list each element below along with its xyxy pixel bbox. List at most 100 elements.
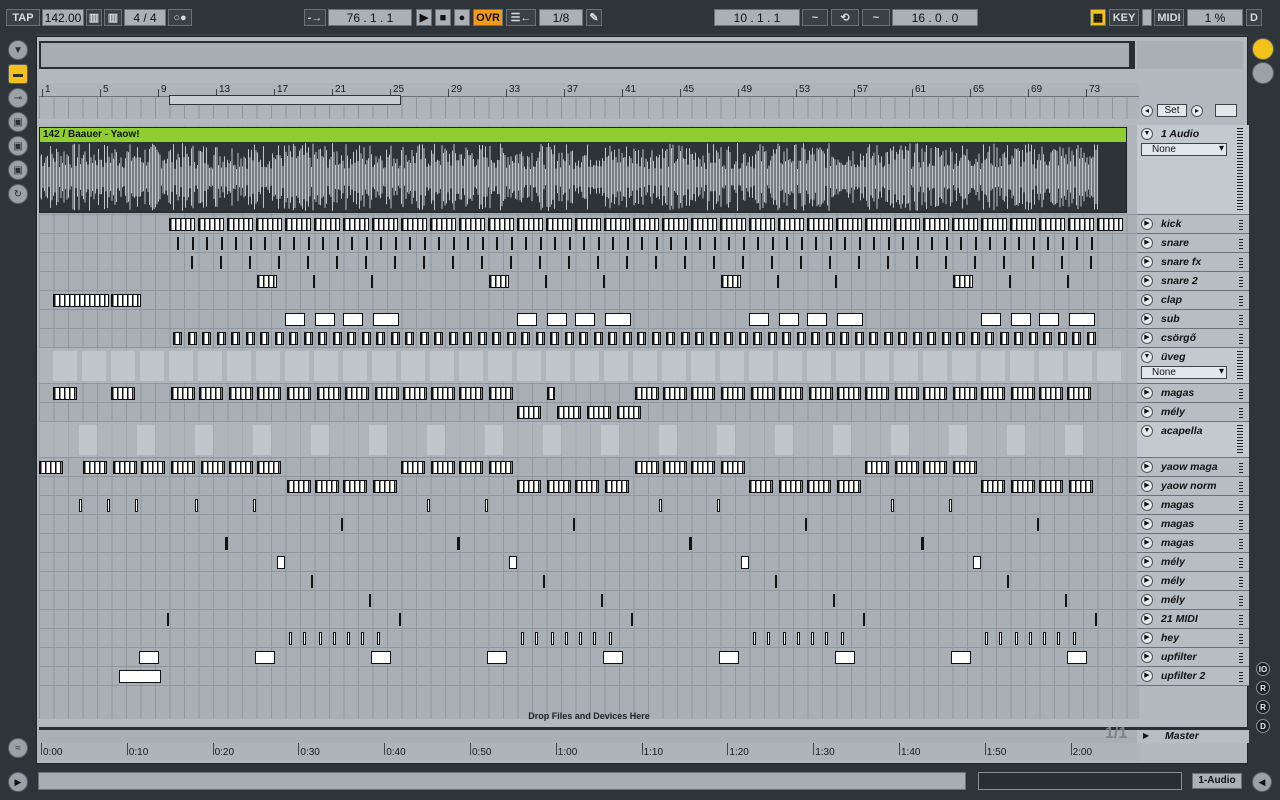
midi-clip[interactable] xyxy=(332,332,342,345)
expand-icon[interactable]: ▶ xyxy=(1141,613,1153,625)
midi-clip[interactable] xyxy=(510,237,513,250)
midi-clip[interactable] xyxy=(394,256,396,269)
midi-clip[interactable] xyxy=(314,351,338,381)
midi-clip[interactable] xyxy=(430,218,456,231)
midi-clip[interactable] xyxy=(82,351,106,381)
midi-clip[interactable] xyxy=(235,237,237,250)
midi-clip[interactable] xyxy=(721,275,741,288)
midi-clip[interactable] xyxy=(837,480,861,493)
midi-clip[interactable] xyxy=(927,332,936,345)
midi-clip[interactable] xyxy=(547,313,567,326)
midi-clip[interactable] xyxy=(434,332,443,345)
midi-clip[interactable] xyxy=(452,237,455,250)
midi-clip[interactable] xyxy=(777,275,779,288)
midi-clip[interactable] xyxy=(1090,256,1092,269)
midi-clip[interactable] xyxy=(543,575,545,588)
track-lane[interactable] xyxy=(39,591,1139,610)
midi-clip[interactable] xyxy=(315,480,339,493)
midi-clip[interactable] xyxy=(1028,332,1038,345)
midi-clip[interactable] xyxy=(380,237,382,250)
midi-clip[interactable] xyxy=(496,237,498,250)
mixer-view-icon[interactable] xyxy=(1252,62,1274,84)
midi-clip[interactable] xyxy=(815,237,817,250)
midi-clip[interactable] xyxy=(517,480,541,493)
expand-icon[interactable]: ▶ xyxy=(1141,480,1153,492)
midi-clip[interactable] xyxy=(365,237,368,250)
arrangement-view-icon[interactable] xyxy=(1252,38,1274,60)
expand-icon[interactable]: ▶ xyxy=(1141,406,1153,418)
midi-clip[interactable] xyxy=(1003,237,1006,250)
midi-clip[interactable] xyxy=(1039,387,1063,400)
midi-clip[interactable] xyxy=(960,237,962,250)
midi-clip[interactable] xyxy=(285,351,309,381)
midi-clip[interactable] xyxy=(289,332,298,345)
midi-clip[interactable] xyxy=(341,518,343,531)
midi-clip[interactable] xyxy=(635,461,659,474)
midi-clip[interactable] xyxy=(177,237,179,250)
tempo-field[interactable]: 142.00 xyxy=(42,9,84,26)
midi-clip[interactable] xyxy=(568,237,571,250)
midi-clip[interactable] xyxy=(53,351,77,381)
record-icon[interactable]: ● xyxy=(454,9,470,26)
midi-clip[interactable] xyxy=(419,332,429,345)
io-toggle-icon[interactable]: IO xyxy=(1256,662,1270,676)
midi-clip[interactable] xyxy=(336,237,339,250)
midi-clip[interactable] xyxy=(317,387,341,400)
midi-clip[interactable] xyxy=(135,499,138,512)
expand-icon[interactable]: ▶ xyxy=(1141,256,1153,268)
midi-clip[interactable] xyxy=(603,275,605,288)
midi-clip[interactable] xyxy=(489,387,513,400)
midi-clip[interactable] xyxy=(557,406,581,419)
midi-clip[interactable] xyxy=(854,332,864,345)
midi-clip[interactable] xyxy=(264,237,266,250)
midi-clip[interactable] xyxy=(1067,651,1087,664)
input-select[interactable]: None xyxy=(1141,366,1227,379)
punch-in-icon[interactable]: ~ xyxy=(802,9,828,26)
midi-clip[interactable] xyxy=(1061,237,1064,250)
midi-clip[interactable] xyxy=(999,332,1009,345)
midi-clip[interactable] xyxy=(659,499,662,512)
midi-clip[interactable] xyxy=(377,632,380,645)
midi-clip[interactable] xyxy=(249,256,251,269)
midi-clip[interactable] xyxy=(1007,425,1025,455)
expand-icon[interactable]: ▶ xyxy=(1141,575,1153,587)
midi-clip[interactable] xyxy=(1057,332,1067,345)
track-header[interactable]: ▼ üveg None xyxy=(1137,348,1249,384)
midi-clip[interactable] xyxy=(841,632,844,645)
midi-clip[interactable] xyxy=(199,387,223,400)
midi-clip[interactable] xyxy=(477,332,487,345)
midi-clip[interactable] xyxy=(343,480,367,493)
midi-clip[interactable] xyxy=(369,594,371,607)
midi-clip[interactable] xyxy=(953,461,977,474)
midi-clip[interactable] xyxy=(865,351,889,381)
midi-clip[interactable] xyxy=(489,275,509,288)
midi-clip[interactable] xyxy=(719,651,739,664)
midi-clip[interactable] xyxy=(167,613,169,626)
midi-clip[interactable] xyxy=(1069,480,1093,493)
track-header[interactable]: ▶ magas xyxy=(1137,534,1249,553)
midi-clip[interactable] xyxy=(833,594,835,607)
midi-clip[interactable] xyxy=(140,351,164,381)
midi-clip[interactable] xyxy=(376,332,385,345)
midi-clip[interactable] xyxy=(670,237,672,250)
midi-clip[interactable] xyxy=(837,313,863,326)
midi-clip[interactable] xyxy=(717,499,720,512)
midi-clip[interactable] xyxy=(721,461,745,474)
midi-clip[interactable] xyxy=(525,237,527,250)
midi-clip[interactable] xyxy=(840,332,849,345)
midi-clip[interactable] xyxy=(916,256,918,269)
midi-clip[interactable] xyxy=(401,218,427,231)
midi-clip[interactable] xyxy=(111,294,141,307)
overdub-button[interactable]: OVR xyxy=(473,9,503,26)
midi-clip[interactable] xyxy=(401,461,425,474)
midi-clip[interactable] xyxy=(837,387,861,400)
midi-clip[interactable] xyxy=(485,499,488,512)
midi-clip[interactable] xyxy=(1015,632,1018,645)
midi-clip[interactable] xyxy=(829,237,832,250)
midi-clip[interactable] xyxy=(587,406,611,419)
midi-clip[interactable] xyxy=(509,556,517,569)
midi-clip[interactable] xyxy=(347,332,356,345)
midi-clip[interactable] xyxy=(173,332,182,345)
midi-clip[interactable] xyxy=(796,332,806,345)
refresh-icon[interactable]: ↻ xyxy=(8,184,28,204)
